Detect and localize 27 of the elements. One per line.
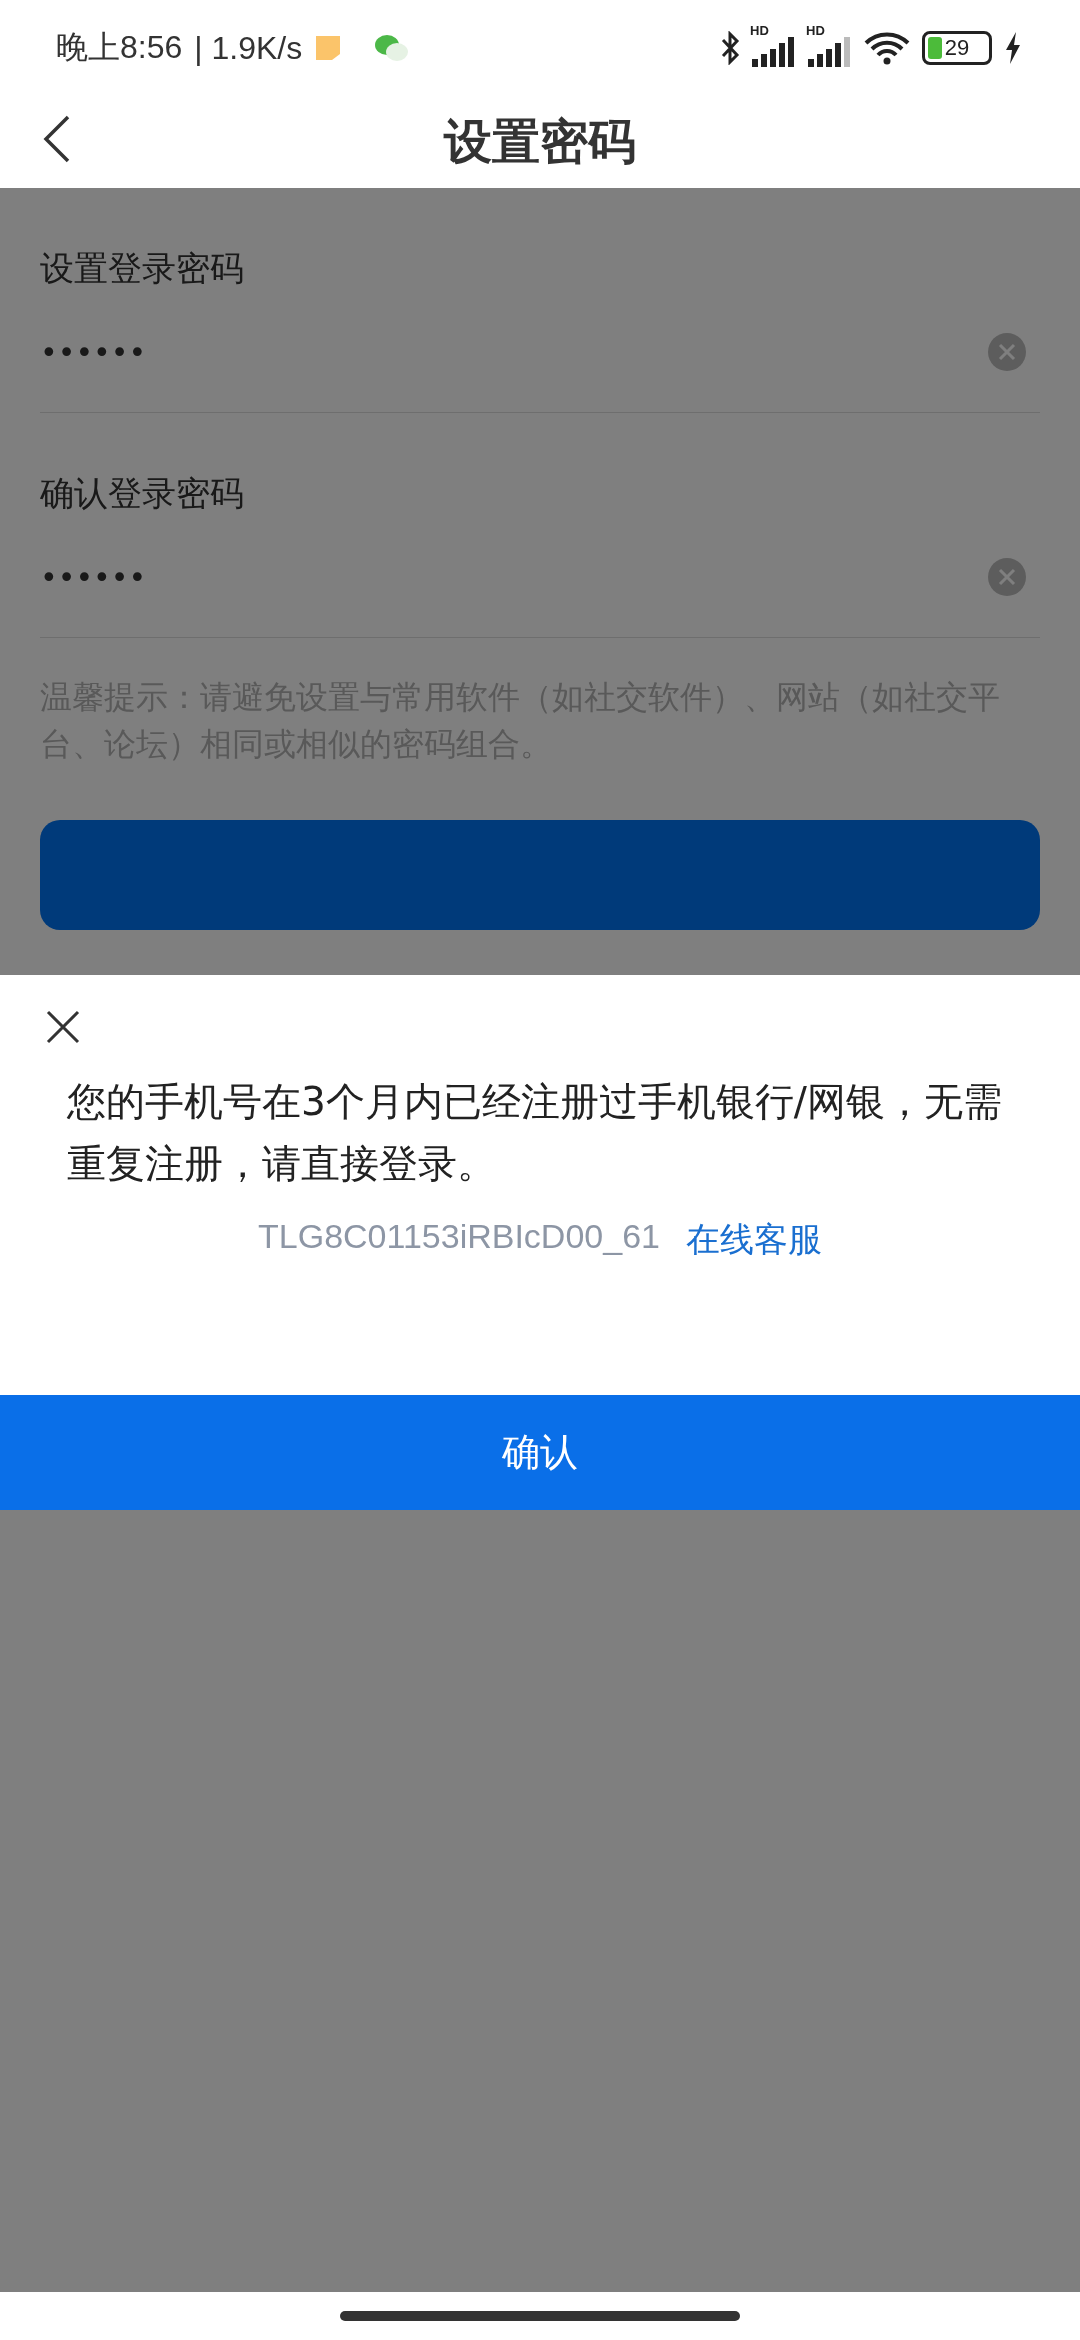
home-indicator[interactable] bbox=[340, 2311, 740, 2321]
password-field[interactable]: •••••• bbox=[40, 292, 1040, 412]
register-button[interactable] bbox=[40, 820, 1040, 930]
password-field[interactable]: •••••• bbox=[40, 517, 1040, 637]
bluetooth-icon bbox=[720, 31, 740, 65]
error-code: TLG8C01153iRBIcD00_61 bbox=[258, 1217, 660, 1257]
status-time: 晚上8:56 bbox=[56, 28, 183, 67]
charging-bolt-icon bbox=[1004, 32, 1022, 64]
confirm-button[interactable]: 确认 bbox=[0, 1395, 1080, 1510]
online-service-link[interactable]: 在线客服 bbox=[685, 1217, 822, 1263]
signal-icon bbox=[752, 37, 796, 67]
clear-icon[interactable] bbox=[988, 558, 1026, 596]
back-icon[interactable] bbox=[42, 114, 72, 164]
hd-label: HD bbox=[750, 23, 769, 38]
field-label: 确认登录密码 bbox=[40, 472, 245, 515]
page-title: 设置密码 bbox=[444, 112, 636, 171]
close-icon[interactable] bbox=[45, 1009, 81, 1045]
hd-label: HD bbox=[806, 23, 825, 38]
signal-icon bbox=[808, 37, 852, 67]
dialog-message: 您的手机号在3个月内已经注册过手机银行/网银，无需重复注册，请直接登录。 bbox=[67, 1078, 1003, 1188]
battery-indicator: 29 bbox=[922, 31, 992, 65]
clear-icon[interactable] bbox=[988, 333, 1026, 371]
network-speed: | 1.9K/s bbox=[194, 29, 303, 67]
wifi-icon bbox=[864, 31, 910, 65]
note-icon bbox=[314, 34, 343, 62]
chat-bubbles-icon bbox=[374, 33, 411, 63]
field-label: 设置登录密码 bbox=[40, 247, 245, 290]
